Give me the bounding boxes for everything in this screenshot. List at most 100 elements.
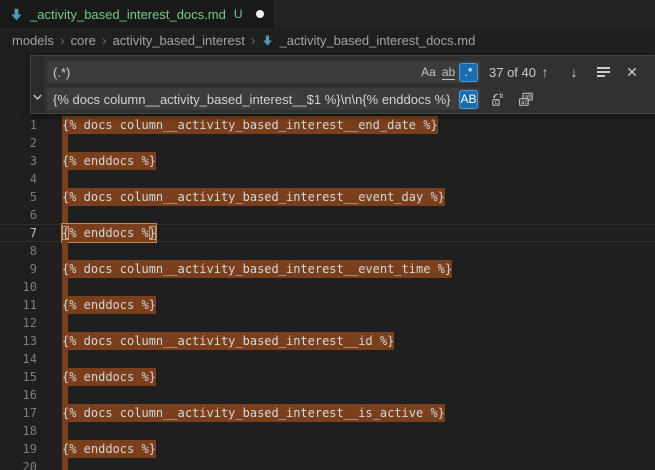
search-match: {% enddocs %} <box>62 152 156 170</box>
code-line[interactable]: 19{% enddocs %} <box>0 440 655 458</box>
line-number[interactable]: 6 <box>0 206 37 224</box>
code-text <box>37 242 68 260</box>
match-count: 37 of 40 <box>489 65 536 80</box>
chevron-right-icon: › <box>60 33 65 47</box>
match-case-toggle[interactable]: Aa <box>419 63 438 82</box>
breadcrumb-models[interactable]: models <box>12 33 54 48</box>
code-text <box>37 458 68 470</box>
search-match-empty <box>62 350 68 368</box>
line-number[interactable]: 16 <box>0 386 37 404</box>
search-match-current: {% enddocs %} <box>62 224 156 242</box>
selection-lines-icon <box>597 67 610 77</box>
search-match-empty <box>62 422 68 440</box>
line-number[interactable]: 11 <box>0 296 37 314</box>
code-text: {% enddocs %} <box>37 152 156 170</box>
code-line[interactable]: 2 <box>0 134 655 152</box>
find-in-selection-button[interactable] <box>595 64 611 80</box>
replace-button[interactable]: b c <box>491 91 507 107</box>
editor[interactable]: 1 {% docs column__activity_based_interest… <box>0 52 655 470</box>
preserve-case-toggle[interactable]: AB <box>459 90 478 109</box>
search-match: {% docs column__activity_based_interest_… <box>62 116 438 134</box>
breadcrumb: models › core › activity_based_interest … <box>0 28 655 52</box>
line-number[interactable]: 7 <box>0 224 37 242</box>
search-match: {% enddocs %} <box>62 368 156 386</box>
code-line[interactable]: 20 <box>0 458 655 470</box>
breadcrumb-core[interactable]: core <box>71 33 96 48</box>
previous-match-button[interactable]: ↑ <box>537 64 553 80</box>
line-number[interactable]: 3 <box>0 152 37 170</box>
line-number[interactable]: 2 <box>0 134 37 152</box>
code-line[interactable]: 15 {% enddocs %} <box>0 368 655 386</box>
replace-all-button[interactable]: ab ac <box>518 91 534 107</box>
search-match-empty <box>62 386 68 404</box>
code-line[interactable]: 12 <box>0 314 655 332</box>
search-match: {% docs column__activity_based_interest_… <box>62 332 394 350</box>
tab-activity-docs[interactable]: _activity_based_interest_docs.md U <box>0 0 275 28</box>
svg-text:ac: ac <box>521 100 528 106</box>
code-line[interactable]: 17 {% docs column__activity_based_interes… <box>0 404 655 422</box>
regex-toggle[interactable]: .* <box>459 63 478 82</box>
search-match-empty <box>62 170 68 188</box>
code-text: {% docs column__activity_based_interest_… <box>37 332 394 350</box>
code-text: {% enddocs %} <box>37 296 156 314</box>
code-line[interactable]: 5 {% docs column__activity_based_interest… <box>0 188 655 206</box>
code-line[interactable]: 6 <box>0 206 655 224</box>
code-line[interactable]: 9{% docs column__activity_based_interest… <box>0 260 655 278</box>
find-replace-widget: (.*) Aa ab .* 37 of 40 ↑ ↓ ✕ <box>30 55 655 114</box>
line-number[interactable]: 13 <box>0 332 37 350</box>
code-line[interactable]: 16 <box>0 386 655 404</box>
replace-input[interactable]: {% docs column__activity_based_interest_… <box>47 88 480 110</box>
modified-dot-icon[interactable] <box>256 10 264 18</box>
replace-value: {% docs column__activity_based_interest_… <box>53 92 458 107</box>
tab-title: _activity_based_interest_docs.md <box>30 7 226 22</box>
code-text <box>37 206 68 224</box>
search-match: {% docs column__activity_based_interest_… <box>62 188 445 206</box>
code-area[interactable]: 1 {% docs column__activity_based_interest… <box>0 52 655 470</box>
code-line[interactable]: 18 <box>0 422 655 440</box>
code-text: {% enddocs %} <box>37 368 156 386</box>
line-number[interactable]: 8 <box>0 242 37 260</box>
find-input[interactable]: (.*) Aa ab .* <box>47 61 480 83</box>
breadcrumb-activity-based-interest[interactable]: activity_based_interest <box>113 33 245 48</box>
line-number[interactable]: 20 <box>0 458 37 470</box>
code-text <box>37 170 68 188</box>
line-number[interactable]: 15 <box>0 368 37 386</box>
code-line[interactable]: 10 <box>0 278 655 296</box>
toggle-replace-button[interactable] <box>31 56 44 113</box>
close-button[interactable]: ✕ <box>624 64 640 80</box>
search-match-empty <box>62 242 68 260</box>
next-match-button[interactable]: ↓ <box>566 64 582 80</box>
line-number[interactable]: 4 <box>0 170 37 188</box>
search-match: {% docs column__activity_based_interest_… <box>62 404 445 422</box>
svg-text:c: c <box>494 98 498 106</box>
breadcrumb-file[interactable]: _activity_based_interest_docs.md <box>279 33 475 48</box>
line-number[interactable]: 10 <box>0 278 37 296</box>
chevron-down-icon <box>33 87 42 105</box>
line-number[interactable]: 18 <box>0 422 37 440</box>
code-line[interactable]: 13 {% docs column__activity_based_interes… <box>0 332 655 350</box>
code-line[interactable]: 7 {% enddocs %} <box>0 224 655 242</box>
code-text <box>37 386 68 404</box>
code-line[interactable]: 14 <box>0 350 655 368</box>
code-line[interactable]: 4 <box>0 170 655 188</box>
replace-all-icon: ab ac <box>518 91 534 107</box>
line-number[interactable]: 1 <box>0 116 37 134</box>
line-number[interactable]: 9 <box>0 260 37 278</box>
line-number[interactable]: 19 <box>0 440 37 458</box>
whole-word-toggle[interactable]: ab <box>439 63 458 82</box>
line-number[interactable]: 17 <box>0 404 37 422</box>
line-number[interactable]: 12 <box>0 314 37 332</box>
code-line[interactable]: 11 {% enddocs %} <box>0 296 655 314</box>
replace-icon: b c <box>491 91 507 107</box>
line-number[interactable]: 14 <box>0 350 37 368</box>
code-line[interactable]: 3 {% enddocs %} <box>0 152 655 170</box>
code-line[interactable]: 1 {% docs column__activity_based_interest… <box>0 116 655 134</box>
code-line[interactable]: 8 <box>0 242 655 260</box>
line-number[interactable]: 5 <box>0 188 37 206</box>
search-match: {% enddocs %} <box>62 296 156 314</box>
search-match-empty <box>62 206 68 224</box>
find-query: (.*) <box>53 65 418 80</box>
tab-bar: _activity_based_interest_docs.md U <box>0 0 655 28</box>
svg-text:b: b <box>499 92 503 100</box>
markdown-icon <box>9 7 24 22</box>
